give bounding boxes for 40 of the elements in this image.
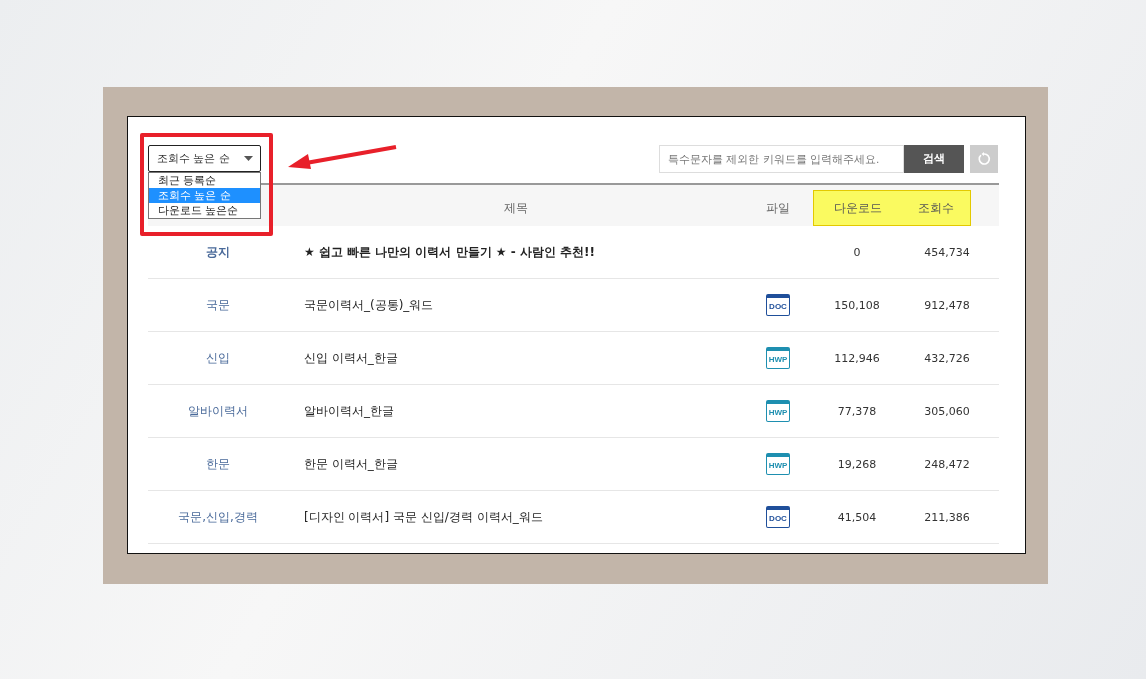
category-link[interactable]: 국문 xyxy=(148,296,288,314)
view-count: 305,060 xyxy=(923,404,971,418)
category-link[interactable]: 국문,신입,경력 xyxy=(148,508,288,526)
column-header: 제목 xyxy=(502,199,529,217)
view-count: 211,386 xyxy=(923,510,971,524)
download-count: 41,504 xyxy=(836,510,878,524)
column-header: 조회수 xyxy=(901,190,971,226)
title-link[interactable]: 국문이력서_(공통)_워드 xyxy=(288,296,743,314)
sort-dropdown[interactable]: 조회수 높은 순 xyxy=(148,145,261,172)
view-count: 248,472 xyxy=(923,457,971,471)
title-link[interactable]: 한문 이력서_한글 xyxy=(288,455,743,473)
file-icon[interactable]: DOC xyxy=(766,506,790,528)
file-icon[interactable]: HWP xyxy=(766,400,790,422)
caret-icon xyxy=(244,156,253,161)
view-count: 432,726 xyxy=(923,351,971,365)
download-count: 150,108 xyxy=(833,298,881,312)
download-count: 19,268 xyxy=(836,457,878,471)
column-header: 파일 xyxy=(765,199,791,217)
view-count: 454,734 xyxy=(923,245,971,259)
category-link[interactable]: 신입 xyxy=(148,349,288,367)
title-link[interactable]: [디자인 이력서] 국문 신입/경력 이력서_워드 xyxy=(288,508,743,526)
category-link[interactable]: 공지 xyxy=(148,243,288,261)
column-header: 다운로드 xyxy=(813,190,901,226)
category-link[interactable]: 한문 xyxy=(148,455,288,473)
refresh-icon xyxy=(977,151,991,166)
category-link[interactable]: 알바이력서 xyxy=(148,402,288,420)
title-link[interactable]: ★ 쉽고 빠른 나만의 이력서 만들기 ★ - 사람인 추천!! xyxy=(288,243,743,261)
file-icon[interactable]: DOC xyxy=(766,294,790,316)
download-count: 0 xyxy=(852,245,862,259)
file-icon[interactable]: HWP xyxy=(766,453,790,475)
download-count: 112,946 xyxy=(833,351,881,365)
download-count: 77,378 xyxy=(836,404,878,418)
search-field[interactable]: 특수문자를 제외한 키워드를 입력해주세요. xyxy=(659,144,904,173)
file-icon[interactable]: HWP xyxy=(766,347,790,369)
title-link[interactable]: 신입 이력서_한글 xyxy=(288,349,743,367)
view-count: 912,478 xyxy=(923,298,971,312)
arrow-icon xyxy=(286,144,398,170)
search-button[interactable]: 검색 xyxy=(904,144,964,173)
title-link[interactable]: 알바이력서_한글 xyxy=(288,402,743,420)
reset-button[interactable] xyxy=(970,144,998,173)
